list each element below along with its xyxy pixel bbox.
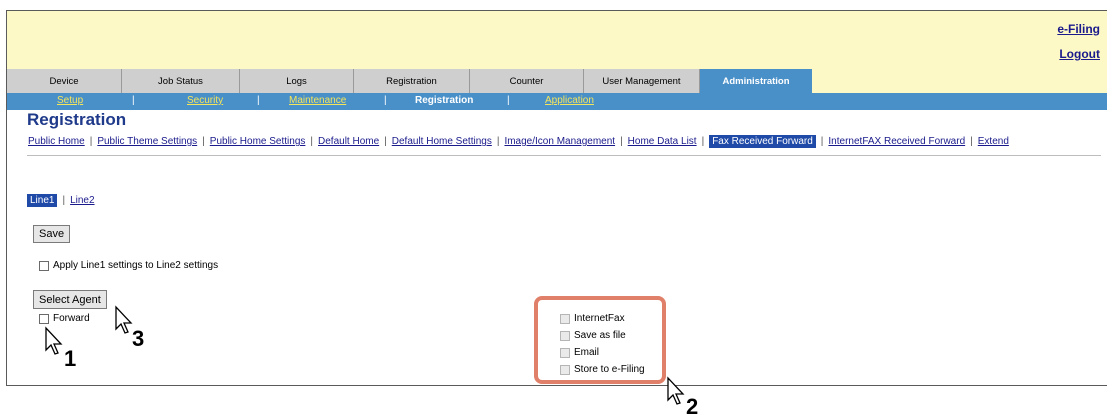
link-fax-received-forward[interactable]: Fax Received Forward [709, 135, 816, 148]
link-separator: | [89, 136, 93, 147]
agent-option-store-to-efiling: Store to e-Filing [560, 364, 645, 375]
tab-user-management[interactable]: User Management [584, 69, 700, 93]
link-separator: | [310, 136, 314, 147]
header-bar: e-Filing Logout Device Job Status Logs R… [7, 11, 1107, 93]
e-filing-link[interactable]: e-Filing [1057, 22, 1100, 36]
logout-link[interactable]: Logout [1059, 47, 1100, 61]
subnav-separator: | [257, 95, 260, 106]
save-as-file-label: Save as file [574, 330, 626, 341]
link-home-data-list[interactable]: Home Data List [628, 136, 697, 147]
agent-option-save-as-file: Save as file [560, 330, 626, 341]
subnav-setup[interactable]: Setup [57, 95, 83, 106]
forward-checkbox[interactable] [39, 313, 49, 324]
tab-logs[interactable]: Logs [240, 69, 354, 93]
link-separator: | [202, 136, 205, 147]
tab-administration[interactable]: Administration [700, 69, 812, 93]
tab-line2[interactable]: Line2 [70, 195, 94, 206]
link-public-theme-settings[interactable]: Public Theme Settings [97, 136, 197, 147]
cursor-arrow-icon [667, 376, 685, 405]
link-extend[interactable]: Extend [978, 136, 1009, 147]
subnav-separator: | [132, 95, 135, 106]
link-separator: | [496, 136, 500, 147]
tab-counter[interactable]: Counter [470, 69, 584, 93]
link-public-home-settings[interactable]: Public Home Settings [210, 136, 306, 147]
apply-line1-to-line2: Apply Line1 settings to Line2 settings [39, 260, 218, 271]
forward-label: Forward [53, 313, 90, 324]
internetfax-label: InternetFax [574, 313, 625, 324]
line-separator: | [62, 195, 66, 206]
store-to-efiling-label: Store to e-Filing [574, 364, 645, 375]
callout-number: 3 [132, 326, 145, 351]
email-label: Email [574, 347, 600, 358]
subnav-separator: | [384, 95, 387, 106]
sub-navigation: Setup | Security | Maintenance | Registr… [7, 93, 1107, 110]
apply-checkbox[interactable] [39, 260, 49, 271]
link-separator: | [384, 136, 387, 147]
page-title: Registration [27, 110, 127, 129]
tab-line1[interactable]: Line1 [27, 194, 58, 207]
save-button[interactable]: Save [33, 225, 71, 243]
select-agent-button[interactable]: Select Agent [33, 290, 107, 309]
agent-option-internetfax: InternetFax [560, 313, 625, 324]
subnav-registration[interactable]: Registration [415, 95, 473, 106]
subnav-maintenance[interactable]: Maintenance [289, 95, 346, 106]
cursor-arrow-icon [45, 326, 63, 355]
registration-links: Public Home | Public Theme Settings | Public… [28, 135, 1009, 148]
callout-number: 2 [686, 394, 699, 419]
link-default-home[interactable]: Default Home [318, 136, 379, 147]
main-tabs: Device Job Status Logs Registration Coun… [7, 69, 1107, 93]
link-image-icon-management[interactable]: Image/Icon Management [504, 136, 615, 147]
divider [27, 155, 1101, 156]
tab-job-status[interactable]: Job Status [122, 69, 240, 93]
link-separator: | [820, 136, 824, 147]
link-public-home[interactable]: Public Home [28, 136, 85, 147]
link-separator: | [701, 136, 705, 147]
subnav-security[interactable]: Security [187, 95, 223, 106]
tab-device[interactable]: Device [7, 69, 122, 93]
store-to-efiling-checkbox[interactable] [560, 364, 570, 375]
link-separator: | [970, 136, 973, 147]
agent-option-email: Email [560, 347, 599, 358]
link-default-home-settings[interactable]: Default Home Settings [392, 136, 492, 147]
cursor-arrow-icon [115, 305, 133, 334]
link-separator: | [620, 136, 623, 147]
forward-option: Forward [39, 313, 90, 324]
subnav-application[interactable]: Application [545, 95, 594, 106]
internetfax-checkbox[interactable] [560, 313, 570, 324]
apply-label: Apply Line1 settings to Line2 settings [53, 260, 219, 271]
subnav-separator: | [507, 95, 510, 106]
save-as-file-checkbox[interactable] [560, 330, 570, 341]
tab-registration[interactable]: Registration [354, 69, 470, 93]
callout-number: 1 [64, 346, 77, 371]
line-tabs: Line1 | Line2 [27, 194, 95, 207]
email-checkbox[interactable] [560, 347, 570, 358]
link-internetfax-received-forward[interactable]: InternetFAX Received Forward [828, 136, 965, 147]
